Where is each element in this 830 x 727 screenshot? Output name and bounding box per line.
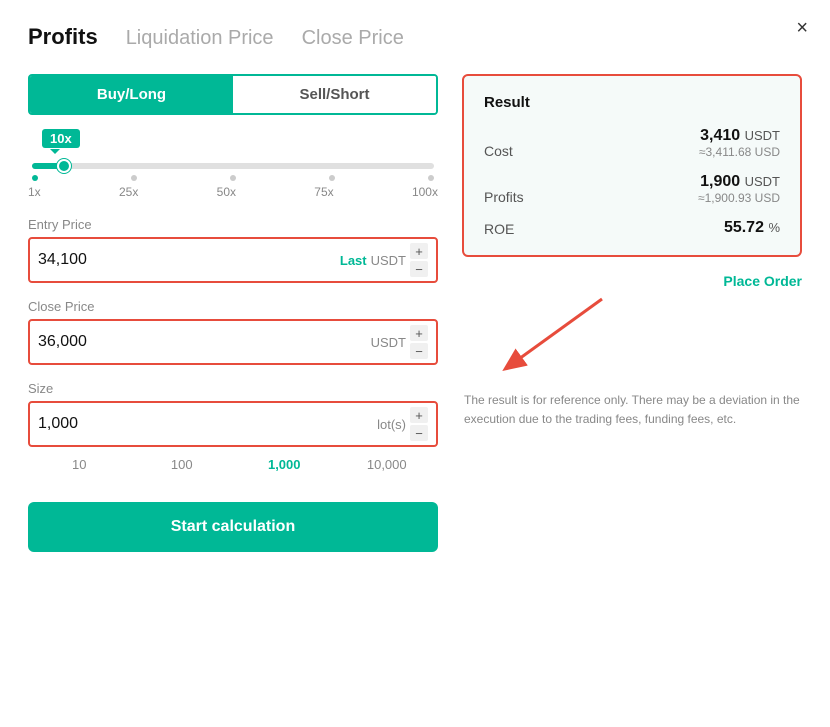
size-stepper: + −: [410, 407, 428, 441]
modal: × Profits Liquidation Price Close Price …: [0, 0, 830, 727]
profits-label: Profits: [484, 189, 524, 205]
size-pick-10000[interactable]: 10,000: [336, 453, 439, 476]
entry-price-plus[interactable]: +: [410, 243, 428, 259]
leverage-badge: 10x: [28, 129, 438, 153]
close-price-minus[interactable]: −: [410, 343, 428, 359]
cost-main: 3,410: [700, 127, 740, 144]
arrow-annotation: [462, 289, 802, 379]
entry-price-unit: USDT: [371, 253, 406, 268]
size-label: Size: [28, 381, 438, 396]
disclaimer: The result is for reference only. There …: [462, 391, 802, 429]
cost-row: Cost 3,410 USDT ≈3,411.68 USD: [484, 127, 780, 159]
entry-price-group: Entry Price Last USDT + −: [28, 217, 438, 283]
place-order-link[interactable]: Place Order: [462, 273, 802, 289]
size-pick-1000[interactable]: 1,000: [233, 453, 336, 476]
profits-row: Profits 1,900 USDT ≈1,900.93 USD: [484, 173, 780, 205]
dot-100x: [428, 175, 434, 181]
sell-short-button[interactable]: Sell/Short: [233, 76, 436, 113]
main-layout: Buy/Long Sell/Short 10x: [28, 74, 802, 552]
leverage-area: 10x 1x 25x 50x 75x: [28, 129, 438, 199]
size-field[interactable]: lot(s) + −: [28, 401, 438, 447]
entry-price-input[interactable]: [38, 251, 340, 269]
slider-labels: 1x 25x 50x 75x 100x: [28, 185, 438, 199]
result-title: Result: [484, 94, 780, 111]
entry-price-field[interactable]: Last USDT + −: [28, 237, 438, 283]
slider-dots: [32, 175, 434, 181]
close-button[interactable]: ×: [796, 18, 808, 38]
cost-value: 3,410 USDT ≈3,411.68 USD: [699, 127, 780, 159]
label-75x: 75x: [314, 185, 333, 199]
profits-sub: ≈1,900.93 USD: [698, 191, 780, 205]
left-panel: Buy/Long Sell/Short 10x: [28, 74, 438, 552]
start-calculation-button[interactable]: Start calculation: [28, 502, 438, 552]
entry-price-last[interactable]: Last: [340, 253, 367, 268]
label-100x: 100x: [412, 185, 438, 199]
cost-label: Cost: [484, 143, 513, 159]
roe-label: ROE: [484, 221, 514, 237]
dot-25x: [131, 175, 137, 181]
tab-liquidation-price[interactable]: Liquidation Price: [126, 27, 274, 50]
right-panel: Result Cost 3,410 USDT ≈3,411.68 USD Pro…: [462, 74, 802, 552]
red-arrow-svg: [462, 289, 642, 379]
slider-thumb[interactable]: [57, 159, 71, 173]
size-pick-10[interactable]: 10: [28, 453, 131, 476]
tab-profits[interactable]: Profits: [28, 24, 98, 50]
roe-main: 55.72: [724, 219, 764, 236]
entry-price-label: Entry Price: [28, 217, 438, 232]
dot-1x: [32, 175, 38, 181]
cost-sub: ≈3,411.68 USD: [699, 145, 780, 159]
close-price-label: Close Price: [28, 299, 438, 314]
close-price-input[interactable]: [38, 333, 371, 351]
size-quick-picks: 10 100 1,000 10,000: [28, 453, 438, 476]
size-unit: lot(s): [377, 417, 406, 432]
dot-75x: [329, 175, 335, 181]
buy-long-button[interactable]: Buy/Long: [30, 76, 233, 113]
entry-price-stepper: + −: [410, 243, 428, 277]
label-1x: 1x: [28, 185, 41, 199]
result-box: Result Cost 3,410 USDT ≈3,411.68 USD Pro…: [462, 74, 802, 257]
label-25x: 25x: [119, 185, 138, 199]
label-50x: 50x: [217, 185, 236, 199]
roe-value: 55.72 %: [724, 219, 780, 237]
roe-row: ROE 55.72 %: [484, 219, 780, 237]
buy-sell-toggle: Buy/Long Sell/Short: [28, 74, 438, 115]
profits-main: 1,900: [700, 173, 740, 190]
size-group: Size lot(s) + − 10 100 1,000 10,000: [28, 381, 438, 476]
size-minus[interactable]: −: [410, 425, 428, 441]
close-price-unit: USDT: [371, 335, 406, 350]
dot-50x: [230, 175, 236, 181]
size-input[interactable]: [38, 415, 377, 433]
profits-value: 1,900 USDT ≈1,900.93 USD: [698, 173, 780, 205]
leverage-slider-track[interactable]: [32, 163, 434, 169]
size-pick-100[interactable]: 100: [131, 453, 234, 476]
tab-close-price[interactable]: Close Price: [302, 27, 404, 50]
top-tabs: Profits Liquidation Price Close Price: [28, 24, 802, 50]
close-price-field[interactable]: USDT + −: [28, 319, 438, 365]
close-price-stepper: + −: [410, 325, 428, 359]
close-price-group: Close Price USDT + −: [28, 299, 438, 365]
entry-price-minus[interactable]: −: [410, 261, 428, 277]
close-price-plus[interactable]: +: [410, 325, 428, 341]
size-plus[interactable]: +: [410, 407, 428, 423]
